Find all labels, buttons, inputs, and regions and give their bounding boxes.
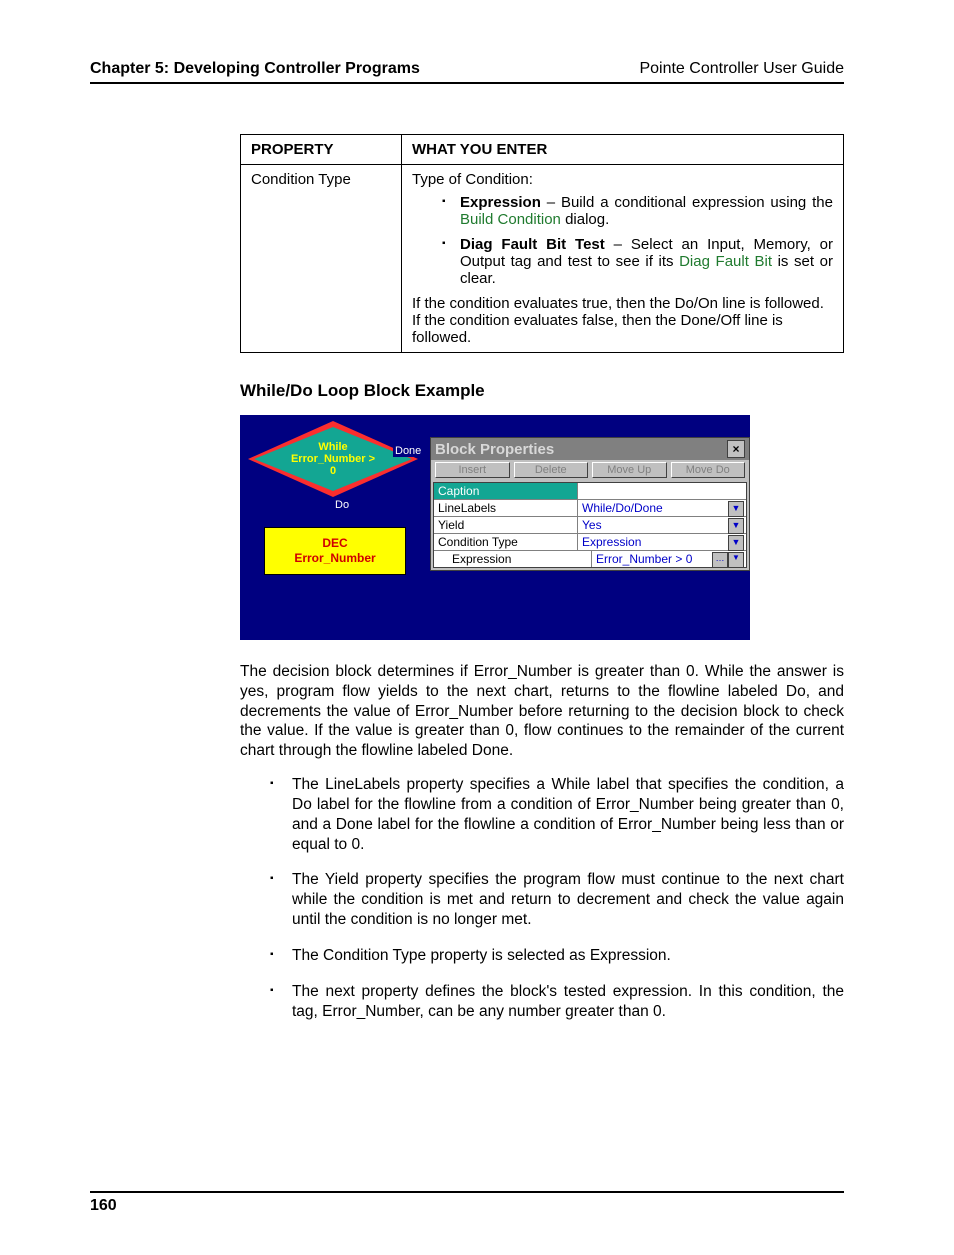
close-icon[interactable]: × — [727, 440, 745, 458]
delete-button[interactable]: Delete — [514, 462, 589, 478]
prop-expression-value[interactable]: Error_Number > 0…▼ — [592, 551, 746, 567]
list-item: The Yield property specifies the program… — [270, 870, 844, 929]
list-item: The next property defines the block's te… — [270, 982, 844, 1022]
insert-button[interactable]: Insert — [435, 462, 510, 478]
movedown-button[interactable]: Move Do — [671, 462, 746, 478]
body-paragraph: The decision block determines if Error_N… — [240, 662, 844, 761]
example-screenshot: While Error_Number > 0 Done Do DEC Error… — [240, 415, 750, 640]
guide-title: Pointe Controller User Guide — [639, 60, 844, 78]
running-header: Chapter 5: Developing Controller Program… — [90, 60, 844, 84]
th-what-you-enter: What You Enter — [402, 135, 844, 165]
cond-type-expression: Expression – Build a conditional express… — [442, 194, 833, 228]
prop-caption-value[interactable] — [578, 483, 746, 499]
chevron-down-icon[interactable]: ▼ — [728, 518, 744, 534]
prop-condtype-value[interactable]: Expression▼ — [578, 534, 746, 550]
dec-block: DEC Error_Number — [264, 527, 406, 575]
property-table: Property What You Enter Condition Type T… — [240, 134, 844, 353]
page-number: 160 — [90, 1197, 117, 1215]
list-item: The Condition Type property is selected … — [270, 946, 844, 966]
panel-title: Block Properties — [435, 441, 554, 458]
cond-type-diag-fault: Diag Fault Bit Test – Select an Input, M… — [442, 236, 833, 287]
flowline-do-label: Do — [333, 499, 351, 511]
moveup-button[interactable]: Move Up — [592, 462, 667, 478]
chevron-down-icon[interactable]: ▼ — [728, 501, 744, 517]
scroll-down-icon[interactable]: ▼ — [728, 552, 744, 568]
prop-expression-label: Expression — [434, 551, 592, 567]
body-bullet-list: The LineLabels property specifies a Whil… — [270, 775, 844, 1021]
section-title: While/Do Loop Block Example — [240, 381, 844, 401]
properties-grid: Caption LineLabels While/Do/Done▼ Yield … — [433, 482, 747, 568]
ellipsis-button[interactable]: … — [712, 552, 728, 568]
cond-type-intro: Type of Condition: — [412, 171, 833, 188]
prop-condtype-label: Condition Type — [434, 534, 578, 550]
prop-yield-label: Yield — [434, 517, 578, 533]
link-build-condition: Build Condition — [460, 211, 561, 228]
cond-type-outro: If the condition evaluates true, then th… — [412, 295, 833, 346]
prop-linelabels-label: LineLabels — [434, 500, 578, 516]
th-property: Property — [241, 135, 402, 165]
prop-yield-value[interactable]: Yes▼ — [578, 517, 746, 533]
page-footer: 160 — [90, 1191, 844, 1215]
td-property-desc: Type of Condition: Expression – Build a … — [402, 165, 844, 353]
chevron-down-icon[interactable]: ▼ — [728, 535, 744, 551]
td-property-name: Condition Type — [241, 165, 402, 353]
prop-linelabels-value[interactable]: While/Do/Done▼ — [578, 500, 746, 516]
prop-caption-label: Caption — [434, 483, 578, 499]
block-properties-panel: Block Properties × Insert Delete Move Up… — [430, 437, 750, 571]
flowline-done-label: Done — [393, 445, 423, 457]
chapter-title: Chapter 5: Developing Controller Program… — [90, 60, 420, 78]
link-diag-fault-bit: Diag Fault Bit — [679, 253, 772, 270]
list-item: The LineLabels property specifies a Whil… — [270, 775, 844, 854]
decision-diamond-text: While Error_Number > 0 — [254, 427, 412, 491]
